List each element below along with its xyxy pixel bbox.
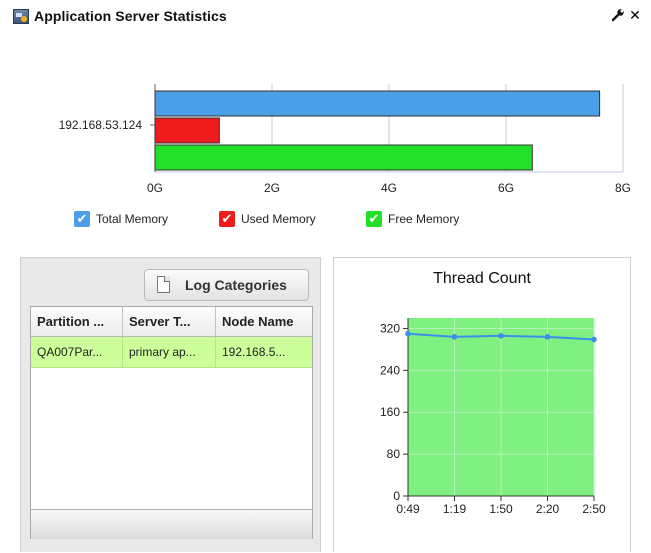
grid-header: Partition ... Server T... Node Name: [31, 307, 312, 337]
y-tick-label: 80: [387, 447, 401, 461]
y-tick-label: 0: [393, 489, 400, 503]
memory-bar-chart: 192.168.53.124 0G 2G 4G 6G 8G: [59, 84, 631, 195]
application-server-icon: [13, 9, 29, 24]
memory-x-ticks: 0G 2G 4G 6G 8G: [147, 181, 631, 195]
column-header-server-type[interactable]: Server T...: [123, 307, 216, 336]
y-tick-label: 240: [380, 363, 400, 377]
legend-total-memory[interactable]: ✔ Total Memory: [74, 211, 168, 227]
page-title: Application Server Statistics: [34, 8, 227, 24]
column-header-node-name[interactable]: Node Name: [216, 307, 312, 336]
log-categories-label: Log Categories: [185, 277, 287, 293]
table-row[interactable]: QA007Par... primary ap... 192.168.5...: [31, 337, 312, 368]
legend-label: Used Memory: [241, 212, 316, 226]
legend-free-memory[interactable]: ✔ Free Memory: [366, 211, 459, 227]
data-point[interactable]: [498, 333, 504, 339]
column-header-partition[interactable]: Partition ...: [31, 307, 123, 336]
thread-count-panel: Thread Count 0 80 160 240 320 0:49 1:19 1:50 2:2…: [333, 257, 631, 552]
title-bar: Application Server Statistics ✕: [0, 0, 651, 30]
data-point[interactable]: [591, 336, 597, 343]
x-tick-label: 8G: [615, 181, 631, 195]
thread-count-chart: 0 80 160 240 320 0:49 1:19 1:50 2:20 2:50: [380, 318, 606, 516]
cell-server-type: primary ap...: [123, 337, 216, 367]
cell-node-name: 192.168.5...: [222, 345, 286, 359]
data-point[interactable]: [544, 334, 551, 340]
y-tick-label: 160: [380, 405, 400, 419]
cell-partition: QA007Par...: [31, 337, 123, 367]
x-tick-label: 6G: [498, 181, 514, 195]
checkbox-checked-icon: ✔: [219, 211, 235, 227]
x-tick-label: 1:19: [443, 502, 467, 516]
grid-footer: [31, 509, 312, 539]
legend-used-memory[interactable]: ✔ Used Memory: [219, 211, 316, 227]
bar-free-memory[interactable]: [154, 144, 533, 171]
x-tick-label: 2G: [264, 181, 280, 195]
wrench-icon[interactable]: [609, 5, 627, 25]
memory-category-label: 192.168.53.124: [59, 118, 143, 132]
data-point[interactable]: [405, 330, 411, 337]
bar-used-memory[interactable]: [154, 117, 220, 144]
checkbox-checked-icon: ✔: [366, 211, 382, 227]
x-tick-label: 4G: [381, 181, 397, 195]
close-icon[interactable]: ✕: [626, 5, 644, 25]
log-categories-button[interactable]: Log Categories: [144, 269, 309, 301]
checkbox-checked-icon: ✔: [74, 211, 90, 227]
x-tick-label: 1:50: [489, 502, 513, 516]
x-tick-label: 0G: [147, 181, 163, 195]
x-tick-label: 2:20: [536, 502, 560, 516]
memory-chart-bars: [154, 90, 601, 171]
x-tick-label: 2:50: [582, 502, 606, 516]
document-icon: [157, 276, 170, 293]
x-tick-label: 0:49: [396, 502, 420, 516]
partition-panel: Log Categories Partition ... Server T...…: [20, 257, 321, 552]
partition-grid: Partition ... Server T... Node Name QA00…: [30, 306, 313, 539]
bar-total-memory[interactable]: [154, 90, 601, 117]
y-tick-label: 320: [380, 321, 400, 335]
legend-label: Free Memory: [388, 212, 460, 226]
legend-label: Total Memory: [96, 212, 169, 226]
data-point[interactable]: [451, 334, 458, 340]
